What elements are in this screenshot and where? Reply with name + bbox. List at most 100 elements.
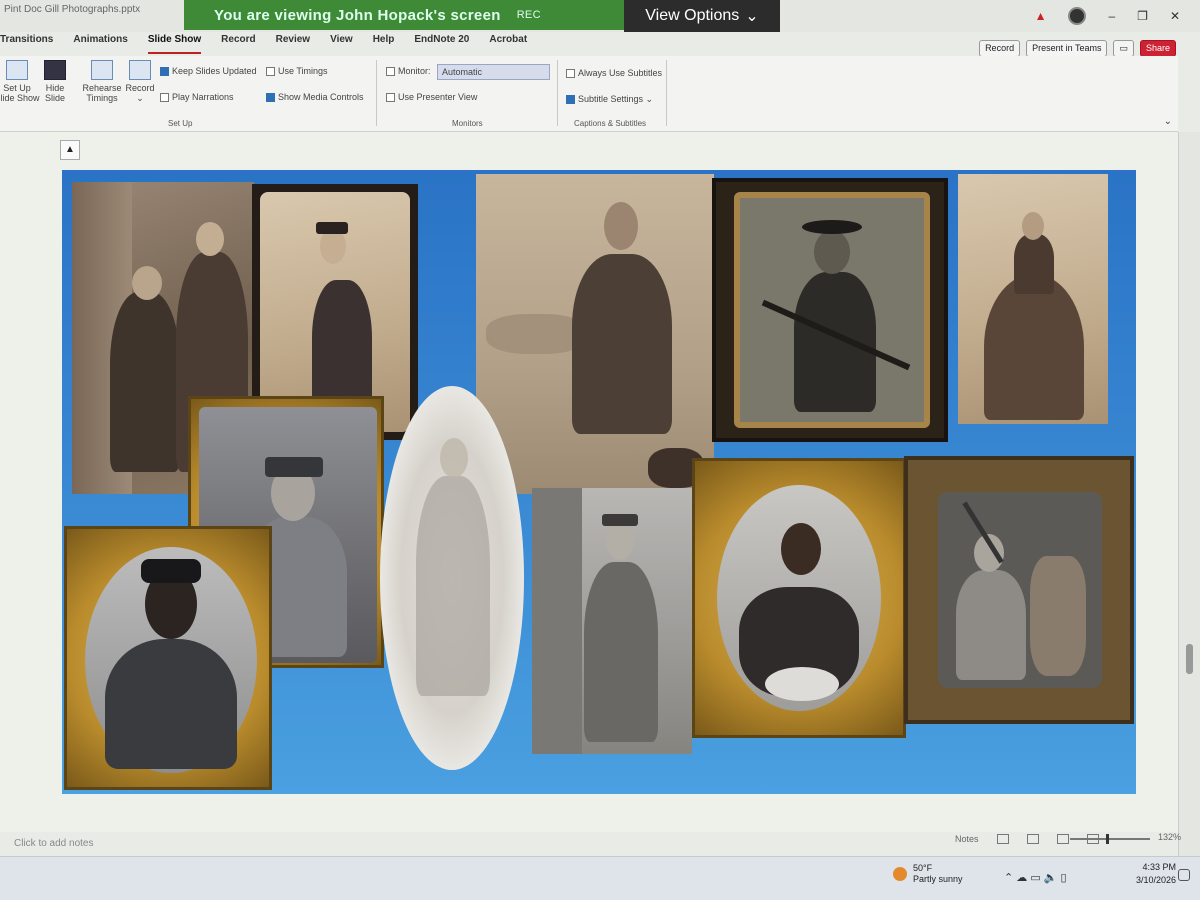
weather-temp: 50°F: [913, 863, 933, 873]
tab-help[interactable]: Help: [373, 34, 395, 54]
monitor-label-row: Monitor:: [386, 66, 431, 76]
ribbon-expand-icon[interactable]: ⌄: [1164, 116, 1172, 127]
hide-slide-label: Hide Slide: [44, 83, 65, 103]
rehearse-timings-button[interactable]: Rehearse Timings: [82, 60, 122, 103]
subtitle-settings-label: Subtitle Settings ⌄: [578, 94, 654, 104]
tab-view[interactable]: View: [330, 34, 353, 54]
window-controls: ▲ – ❐ ✕: [1035, 0, 1200, 32]
avatar[interactable]: [1068, 7, 1087, 25]
rehearse-label: Rehearse Timings: [82, 83, 122, 103]
use-timings-checkbox[interactable]: Use Timings: [266, 66, 328, 76]
clock-time: 4:33 PM: [1142, 862, 1177, 872]
weather-sun-icon: [893, 867, 907, 881]
screen-share-banner: You are viewing John Hopack's screen REC: [184, 0, 624, 30]
photo-seated-man[interactable]: [476, 174, 714, 494]
tab-transitions[interactable]: Transitions: [0, 34, 53, 54]
scrollbar-thumb[interactable]: [1186, 644, 1193, 674]
restore-button[interactable]: ❐: [1137, 9, 1148, 23]
share-button[interactable]: Share: [1139, 40, 1176, 57]
ribbon-actions: Record Present in Teams ▭ Share: [979, 40, 1176, 57]
use-timings-label: Use Timings: [278, 66, 328, 76]
always-use-subtitles-checkbox[interactable]: Always Use Subtitles: [566, 68, 662, 78]
notification-icon[interactable]: [1178, 869, 1190, 881]
vertical-scrollbar[interactable]: [1178, 132, 1200, 862]
clock[interactable]: 4:33 PM 3/10/2026: [1136, 861, 1176, 887]
alert-icon[interactable]: ▲: [1035, 9, 1047, 23]
record-label: Record ⌄: [125, 83, 155, 103]
ribbon-separator: [666, 60, 667, 126]
use-presenter-view-label: Use Presenter View: [398, 92, 478, 102]
recording-indicator: REC: [516, 9, 541, 21]
system-tray-icons[interactable]: ⌃ ☁ ▭ 🔈 ▯: [1004, 871, 1067, 884]
photo-soldier-oval-frame[interactable]: [64, 526, 272, 790]
checkbox-icon: [160, 92, 169, 102]
setup-slideshow-button[interactable]: Set Up Slide Show: [0, 60, 40, 103]
comments-icon[interactable]: ▭: [1113, 40, 1134, 57]
group-label-setup: Set Up: [168, 119, 193, 128]
photo-soldier-with-dog[interactable]: [904, 456, 1134, 724]
reading-view-icon[interactable]: [1056, 834, 1069, 844]
chevron-down-icon: ⌄: [745, 8, 759, 25]
setup-icon: [6, 60, 28, 80]
photo-soldier-shell-jacket[interactable]: [532, 488, 692, 754]
monitor-label: Monitor:: [398, 66, 431, 76]
record-dropdown-button[interactable]: Record ⌄: [124, 60, 156, 103]
tab-review[interactable]: Review: [276, 34, 310, 54]
slide-canvas[interactable]: [62, 170, 1136, 794]
photo-framed-soldier-rifle[interactable]: [712, 178, 948, 442]
play-narrations-label: Play Narrations: [172, 92, 234, 102]
normal-view-icon[interactable]: [996, 834, 1009, 844]
weather-text: 50°F Partly sunny: [913, 863, 963, 885]
record-icon: [129, 60, 151, 80]
zoom-slider[interactable]: [1070, 834, 1150, 844]
tab-animations[interactable]: Animations: [73, 34, 127, 54]
use-presenter-view-checkbox[interactable]: Use Presenter View: [386, 92, 477, 102]
screen-share-text: You are viewing John Hopack's screen: [214, 6, 501, 24]
photo-woman-oval-frame[interactable]: [692, 458, 906, 738]
taskbar: 50°F Partly sunny ⌃ ☁ ▭ 🔈 ▯ 4:33 PM 3/10…: [0, 856, 1200, 900]
minimize-button[interactable]: –: [1108, 9, 1115, 23]
photo-vignette-figure[interactable]: [380, 386, 524, 770]
show-media-controls-checkbox[interactable]: Show Media Controls: [266, 92, 364, 102]
weather-widget[interactable]: 50°F Partly sunny: [893, 863, 963, 885]
monitor-select[interactable]: Automatic: [437, 64, 550, 80]
group-label-monitors: Monitors: [452, 119, 483, 128]
monitor-icon: [386, 66, 395, 76]
subtitle-settings-button[interactable]: Subtitle Settings ⌄: [566, 94, 653, 105]
show-media-controls-label: Show Media Controls: [278, 92, 364, 102]
clock-date: 3/10/2026: [1136, 875, 1177, 885]
checkbox-icon: [386, 92, 395, 102]
ribbon-separator: [376, 60, 377, 126]
tab-slide-show[interactable]: Slide Show: [147, 34, 202, 54]
document-title: Pint Doc Gill Photographs.pptx: [4, 4, 141, 15]
keep-slides-updated-label: Keep Slides Updated: [172, 66, 257, 76]
slide-sorter-icon[interactable]: [1026, 834, 1039, 844]
rehearse-icon: [91, 60, 113, 80]
ribbon-separator: [557, 60, 558, 126]
checkbox-icon: [566, 68, 575, 78]
hide-slide-button[interactable]: Hide Slide: [38, 60, 72, 103]
setup-slideshow-label: Set Up Slide Show: [0, 83, 40, 103]
play-narrations-checkbox[interactable]: Play Narrations: [160, 92, 234, 102]
always-use-subtitles-label: Always Use Subtitles: [578, 68, 663, 78]
hide-slide-icon: [44, 60, 66, 80]
checkbox-checked-icon: [160, 66, 169, 76]
zoom-level[interactable]: 132%: [1158, 832, 1181, 842]
record-button[interactable]: Record: [979, 40, 1021, 57]
zoom-slider-knob[interactable]: [1106, 834, 1109, 844]
collapse-ribbon-button[interactable]: ▲: [60, 140, 80, 160]
keep-slides-updated-checkbox[interactable]: Keep Slides Updated: [160, 66, 257, 76]
subtitle-settings-icon: [566, 95, 575, 104]
tab-record[interactable]: Record: [221, 34, 255, 54]
checkbox-icon: [266, 66, 275, 76]
tab-acrobat[interactable]: Acrobat: [489, 34, 527, 54]
weather-desc: Partly sunny: [913, 874, 963, 884]
group-label-captions: Captions & Subtitles: [574, 119, 647, 128]
notes-placeholder[interactable]: Click to add notes: [14, 838, 94, 849]
present-in-teams-button[interactable]: Present in Teams: [1026, 40, 1108, 57]
photo-woman-dress[interactable]: [958, 174, 1108, 424]
close-button[interactable]: ✕: [1170, 9, 1180, 23]
view-options-button[interactable]: View Options ⌄: [624, 0, 780, 32]
tab-endnote-20[interactable]: EndNote 20: [414, 34, 469, 54]
notes-button[interactable]: Notes: [955, 834, 979, 844]
